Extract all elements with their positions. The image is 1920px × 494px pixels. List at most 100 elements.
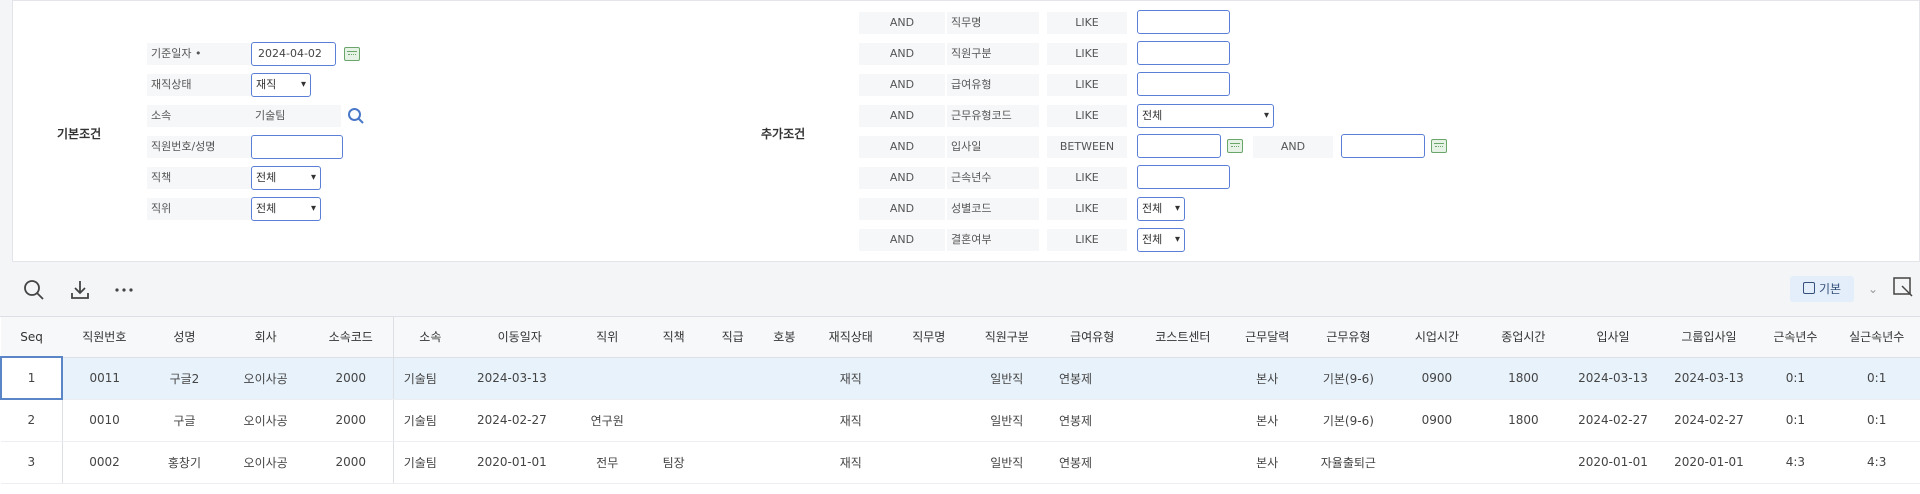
col-header[interactable]: 직원구분 <box>964 317 1049 358</box>
col-header[interactable]: 이동일자 <box>466 317 573 358</box>
col-header[interactable]: 근무유형 <box>1304 317 1393 358</box>
tenure-input[interactable] <box>1137 165 1230 189</box>
search-icon[interactable] <box>22 278 46 302</box>
cell-dept-code[interactable]: 2000 <box>308 441 394 484</box>
cell-move-date[interactable]: 2024-03-13 <box>466 357 573 400</box>
cell-hire-date[interactable]: 2024-02-27 <box>1565 399 1661 442</box>
cell-status[interactable]: 재직 <box>808 441 893 484</box>
cell-company[interactable]: 오이사공 <box>222 399 309 442</box>
cell-step[interactable] <box>760 399 809 442</box>
col-header[interactable]: 그룹입사일 <box>1660 317 1758 358</box>
cell-end-time[interactable] <box>1481 441 1566 484</box>
cell-pay-type[interactable]: 연봉제 <box>1048 399 1136 442</box>
hire-date-from-input[interactable] <box>1137 134 1221 158</box>
col-header[interactable]: 직무명 <box>892 317 965 358</box>
table-row[interactable]: 1 0011 구글2 오이사공 2000 기술팀 2024-03-13 재직 일… <box>0 356 1920 400</box>
col-header[interactable]: 시업시간 <box>1392 317 1482 358</box>
cell-emp-no[interactable]: 0010 <box>62 399 147 442</box>
cell-position[interactable]: 연구원 <box>572 399 642 442</box>
table-row[interactable]: 2 0010 구글 오이사공 2000 기술팀 2024-02-27 연구원 재… <box>1 399 1920 442</box>
cell-dept-code[interactable]: 2000 <box>308 357 394 400</box>
cell-name[interactable]: 구글2 <box>146 357 223 400</box>
calendar-icon[interactable] <box>1227 139 1243 153</box>
basic-view-button[interactable]: 기본 <box>1790 276 1854 302</box>
cell-end-time[interactable]: 1800 <box>1481 357 1566 400</box>
cell-seq[interactable]: 1 <box>0 356 64 400</box>
cell-dept[interactable]: 기술팀 <box>393 441 467 484</box>
cell-grade[interactable] <box>705 357 761 400</box>
col-header[interactable]: 종업시간 <box>1481 317 1566 358</box>
cell-emp-no[interactable]: 0002 <box>62 441 147 484</box>
col-header[interactable]: 코스트센터 <box>1135 317 1231 358</box>
cell-group-hire-date[interactable]: 2020-01-01 <box>1660 441 1758 484</box>
cell-group-hire-date[interactable]: 2024-02-27 <box>1660 399 1758 442</box>
col-header[interactable]: 근무달력 <box>1230 317 1305 358</box>
cell-position[interactable] <box>572 357 642 400</box>
cell-cost-center[interactable] <box>1135 399 1231 442</box>
cell-status[interactable]: 재직 <box>808 399 893 442</box>
rank-select[interactable]: 전체 ▾ <box>251 197 321 221</box>
col-header[interactable]: 입사일 <box>1565 317 1661 358</box>
duty-select[interactable]: 전체 ▾ <box>251 166 321 190</box>
cell-status[interactable]: 재직 <box>808 357 893 400</box>
col-header[interactable]: 소속 <box>393 317 467 358</box>
gender-select[interactable]: 전체 ▾ <box>1137 197 1185 221</box>
cell-start-time[interactable] <box>1392 441 1482 484</box>
cell-pay-type[interactable]: 연봉제 <box>1048 441 1136 484</box>
cell-calendar[interactable]: 본사 <box>1230 399 1305 442</box>
cell-dept[interactable]: 기술팀 <box>393 357 467 400</box>
chevron-down-icon[interactable]: ⌄ <box>1868 282 1878 296</box>
col-header[interactable]: Seq <box>1 317 63 358</box>
cell-dept-code[interactable]: 2000 <box>308 399 394 442</box>
table-row[interactable]: 3 0002 홍창기 오이사공 2000 기술팀 2020-01-01 전무 팀… <box>1 441 1920 484</box>
cell-job[interactable] <box>892 399 965 442</box>
more-icon[interactable] <box>112 278 136 302</box>
cell-seq[interactable]: 2 <box>1 399 63 442</box>
cell-start-time[interactable]: 0900 <box>1392 399 1482 442</box>
col-header[interactable]: 직급 <box>705 317 761 358</box>
cell-emp-no[interactable]: 0011 <box>62 357 147 400</box>
emp-input[interactable] <box>251 135 343 159</box>
export-icon[interactable] <box>1892 276 1914 298</box>
work-code-select[interactable]: 전체 ▾ <box>1137 104 1274 128</box>
job-name-input[interactable] <box>1137 10 1230 34</box>
cell-hire-date[interactable]: 2020-01-01 <box>1565 441 1661 484</box>
cell-work-type[interactable]: 기본(9-6) <box>1304 357 1393 400</box>
cell-grade[interactable] <box>705 441 761 484</box>
calendar-icon[interactable] <box>1431 139 1447 153</box>
cell-hire-date[interactable]: 2024-03-13 <box>1565 357 1661 400</box>
cell-work-type[interactable]: 기본(9-6) <box>1304 399 1393 442</box>
cell-step[interactable] <box>760 357 809 400</box>
cell-emp-type[interactable]: 일반직 <box>964 399 1049 442</box>
cell-tenure[interactable]: 4:3 <box>1757 441 1834 484</box>
cell-emp-type[interactable]: 일반직 <box>964 357 1049 400</box>
cell-tenure[interactable]: 0:1 <box>1757 357 1834 400</box>
cell-name[interactable]: 홍창기 <box>146 441 223 484</box>
cell-real-tenure[interactable]: 4:3 <box>1833 441 1920 484</box>
cell-seq[interactable]: 3 <box>1 441 63 484</box>
base-date-input[interactable]: 2024-04-02 <box>251 42 336 66</box>
col-header[interactable]: 직위 <box>572 317 642 358</box>
cell-job[interactable] <box>892 357 965 400</box>
cell-grade[interactable] <box>705 399 761 442</box>
cell-duty[interactable] <box>642 357 706 400</box>
cell-company[interactable]: 오이사공 <box>222 357 309 400</box>
col-header[interactable]: 재직상태 <box>808 317 893 358</box>
cell-dept[interactable]: 기술팀 <box>393 399 467 442</box>
cell-duty[interactable] <box>642 399 706 442</box>
col-header[interactable]: 근속년수 <box>1757 317 1834 358</box>
cell-real-tenure[interactable]: 0:1 <box>1833 399 1920 442</box>
col-header[interactable]: 급여유형 <box>1048 317 1136 358</box>
col-header[interactable]: 직책 <box>642 317 706 358</box>
cell-start-time[interactable]: 0900 <box>1392 357 1482 400</box>
cell-group-hire-date[interactable]: 2024-03-13 <box>1660 357 1758 400</box>
col-header[interactable]: 성명 <box>146 317 223 358</box>
cell-name[interactable]: 구글 <box>146 399 223 442</box>
cell-end-time[interactable]: 1800 <box>1481 399 1566 442</box>
cell-move-date[interactable]: 2024-02-27 <box>466 399 573 442</box>
cell-step[interactable] <box>760 441 809 484</box>
pay-type-input[interactable] <box>1137 72 1230 96</box>
cell-real-tenure[interactable]: 0:1 <box>1833 357 1920 400</box>
cell-move-date[interactable]: 2020-01-01 <box>466 441 573 484</box>
cell-work-type[interactable]: 자율출퇴근 <box>1304 441 1393 484</box>
